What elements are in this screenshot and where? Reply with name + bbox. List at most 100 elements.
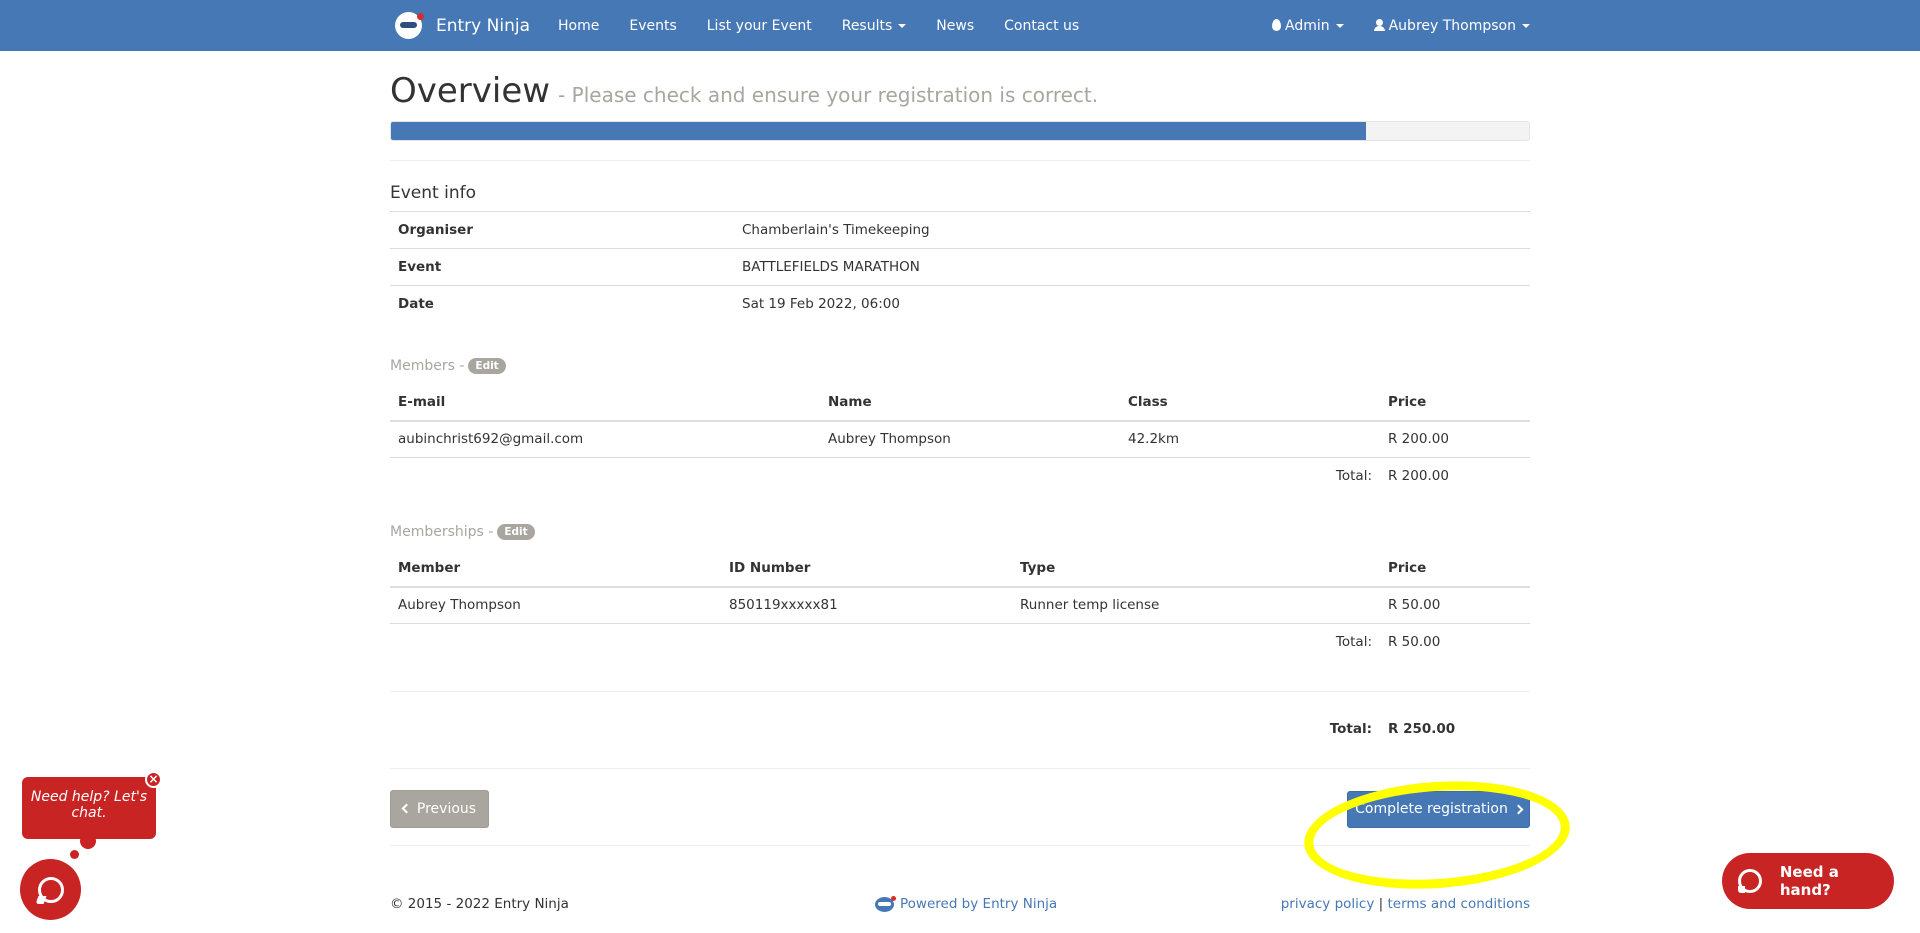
- chevron-right-icon: [1513, 804, 1524, 814]
- chat-bubble-icon: [37, 876, 64, 903]
- members-title: Members - Edit: [390, 357, 1530, 374]
- nav-results[interactable]: Results: [842, 18, 907, 34]
- page-header: Overview - Please check and ensure your …: [390, 71, 1530, 111]
- caret-down-icon: [1522, 23, 1530, 28]
- privacy-policy-link[interactable]: privacy policy: [1281, 896, 1375, 912]
- col-id-number: ID Number: [721, 549, 1012, 588]
- nav-user-label: Aubrey Thompson: [1388, 17, 1516, 34]
- memberships-edit-button[interactable]: Edit: [497, 523, 535, 540]
- main-content: Overview - Please check and ensure your …: [390, 51, 1530, 846]
- memberships-total-value: R 50.00: [1388, 634, 1441, 651]
- terms-link[interactable]: terms and conditions: [1387, 896, 1530, 912]
- page-title: Overview: [390, 71, 551, 111]
- organiser-value: Chamberlain's Timekeeping: [734, 211, 1530, 249]
- footer-links: privacy policy | terms and conditions: [1281, 896, 1530, 912]
- divider: [390, 844, 1530, 846]
- need-a-hand-button[interactable]: Need a hand?: [1722, 853, 1894, 909]
- memberships-title-label: Memberships -: [390, 523, 494, 540]
- progress-bar-fill: [391, 122, 1367, 140]
- members-total-row: Total: R 200.00: [390, 458, 1530, 495]
- event-value: BATTLEFIELDS MARATHON: [734, 248, 1530, 286]
- divider: [390, 767, 1530, 769]
- chat-prompt-text: Need help? Let's chat.: [30, 789, 148, 822]
- col-price: Price: [1380, 549, 1530, 588]
- member-email: aubinchrist692@gmail.com: [390, 420, 820, 458]
- table-row: Event BATTLEFIELDS MARATHON: [390, 248, 1530, 286]
- event-info-title: Event info: [390, 183, 476, 203]
- chevron-left-icon: [401, 803, 412, 814]
- divider: [390, 690, 1530, 692]
- complete-registration-label: Complete registration: [1355, 801, 1508, 817]
- memberships-total-label: Total:: [1335, 634, 1372, 651]
- divider: [390, 160, 1530, 161]
- event-label: Event: [390, 248, 734, 286]
- col-name: Name: [820, 383, 1120, 422]
- grand-total-row: Total: R 250.00: [390, 711, 1530, 748]
- copyright: © 2015 - 2022 Entry Ninja: [390, 896, 569, 912]
- membership-member: Aubrey Thompson: [390, 586, 721, 624]
- date-value: Sat 19 Feb 2022, 06:00: [734, 285, 1530, 323]
- ninja-logo-icon: [875, 895, 896, 912]
- table-row: Aubrey Thompson 850119xxxxx81 Runner tem…: [390, 586, 1530, 624]
- progress-bar: [390, 121, 1530, 141]
- footer: © 2015 - 2022 Entry Ninja Powered by Ent…: [390, 889, 1530, 919]
- members-title-label: Members -: [390, 357, 465, 374]
- membership-price: R 50.00: [1380, 586, 1530, 624]
- wizard-actions: Previous Complete registration: [390, 789, 1530, 830]
- bubble-tail: [80, 833, 96, 849]
- member-name: Aubrey Thompson: [820, 420, 1120, 458]
- table-row: aubinchrist692@gmail.com Aubrey Thompson…: [390, 420, 1530, 458]
- powered-by-link[interactable]: Powered by Entry Ninja: [875, 895, 1058, 912]
- grand-total-label: Total:: [1329, 721, 1372, 737]
- grand-total-value: R 250.00: [1388, 721, 1456, 737]
- chat-bubble-icon: [1738, 869, 1762, 893]
- brand-name: Entry Ninja: [436, 15, 530, 36]
- membership-type: Runner temp license: [1012, 586, 1380, 624]
- brand-link[interactable]: Entry Ninja: [395, 12, 530, 39]
- memberships-title: Memberships - Edit: [390, 523, 1530, 540]
- bubble-tail: [70, 850, 79, 859]
- nav-news[interactable]: News: [936, 18, 974, 34]
- nav-user-dropdown[interactable]: Aubrey Thompson: [1373, 17, 1530, 34]
- memberships-table: Member ID Number Type Price Aubrey Thomp…: [390, 549, 1530, 661]
- nav-list-your-event[interactable]: List your Event: [707, 18, 812, 34]
- grand-total-table: Total: R 250.00: [390, 711, 1530, 748]
- close-icon[interactable]: ×: [145, 771, 162, 788]
- members-total-value: R 200.00: [1388, 468, 1449, 485]
- table-row: Organiser Chamberlain's Timekeeping: [390, 211, 1530, 249]
- table-header-row: Member ID Number Type Price: [390, 549, 1530, 588]
- caret-down-icon: [1335, 23, 1344, 28]
- members-edit-button[interactable]: Edit: [468, 357, 506, 374]
- nav-admin-dropdown[interactable]: Admin: [1271, 17, 1344, 34]
- nav-results-label: Results: [841, 17, 893, 34]
- member-class: 42.2km: [1120, 420, 1380, 458]
- organiser-label: Organiser: [390, 211, 734, 249]
- chat-prompt-bubble[interactable]: Need help? Let's chat.: [22, 777, 156, 859]
- nav-home[interactable]: Home: [558, 18, 599, 34]
- memberships-total-row: Total: R 50.00: [390, 624, 1530, 661]
- footer-separator: |: [1378, 896, 1384, 912]
- chat-launcher-button[interactable]: [20, 859, 81, 920]
- nav-events[interactable]: Events: [629, 18, 676, 34]
- col-email: E-mail: [390, 383, 820, 422]
- page-subtitle: - Please check and ensure your registrat…: [558, 83, 1099, 107]
- col-price: Price: [1380, 383, 1530, 422]
- table-row: Date Sat 19 Feb 2022, 06:00: [390, 285, 1530, 323]
- member-price: R 200.00: [1380, 420, 1530, 458]
- table-header-row: E-mail Name Class Price: [390, 383, 1530, 422]
- date-label: Date: [390, 285, 734, 323]
- need-a-hand-label: Need a hand?: [1779, 863, 1839, 899]
- powered-by-label: Powered by Entry Ninja: [900, 896, 1058, 912]
- col-member: Member: [390, 549, 721, 588]
- previous-button[interactable]: Previous: [390, 789, 489, 828]
- previous-button-label: Previous: [416, 800, 477, 817]
- user-icon: [1373, 18, 1385, 31]
- complete-registration-button[interactable]: Complete registration: [1347, 790, 1530, 828]
- members-total-label: Total:: [1335, 468, 1372, 485]
- col-type: Type: [1012, 549, 1380, 588]
- members-table: E-mail Name Class Price aubinchrist692@g…: [390, 383, 1530, 495]
- nav-admin-label: Admin: [1284, 17, 1330, 34]
- caret-down-icon: [898, 23, 907, 28]
- navbar: Entry Ninja Home Events List your Event …: [0, 0, 1920, 51]
- nav-contact-us[interactable]: Contact us: [1004, 18, 1079, 34]
